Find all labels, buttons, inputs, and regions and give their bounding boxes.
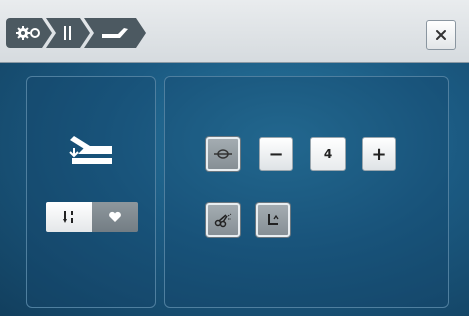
thread-cutter-button[interactable] <box>206 203 240 237</box>
heart-icon <box>109 211 121 222</box>
thread-cutter-icon <box>214 213 232 228</box>
needle-icon <box>61 25 75 41</box>
value-display: 4 <box>310 137 346 171</box>
close-button[interactable] <box>426 20 456 50</box>
decrement-label: − <box>268 143 284 165</box>
close-icon <box>436 30 446 40</box>
thread-tension-icon <box>214 149 232 159</box>
settings-gear-icon <box>16 25 42 41</box>
top-bar <box>0 0 469 63</box>
presser-foot-up-icon <box>268 214 279 225</box>
breadcrumb-settings[interactable] <box>6 18 52 48</box>
presser-foot-up-button[interactable] <box>256 203 290 237</box>
settings-panel <box>164 76 449 308</box>
increment-label: + <box>371 143 387 165</box>
foot-control-pedal-icon <box>69 136 112 164</box>
foot-control-panel <box>26 76 156 308</box>
foot-control-mode-toggle <box>46 202 138 232</box>
decrement-button[interactable]: − <box>259 137 293 171</box>
increment-button[interactable]: + <box>362 137 396 171</box>
breadcrumb <box>6 18 140 48</box>
thread-tension-button[interactable] <box>206 137 240 171</box>
breadcrumb-presser-foot[interactable] <box>84 18 146 48</box>
presser-foot-icon <box>100 26 130 40</box>
breadcrumb-needle[interactable] <box>46 18 90 48</box>
screen: − 4 + <box>0 0 469 316</box>
heart-option[interactable] <box>92 202 138 232</box>
needle-position-icon <box>63 211 73 223</box>
needle-position-option[interactable] <box>46 202 92 232</box>
